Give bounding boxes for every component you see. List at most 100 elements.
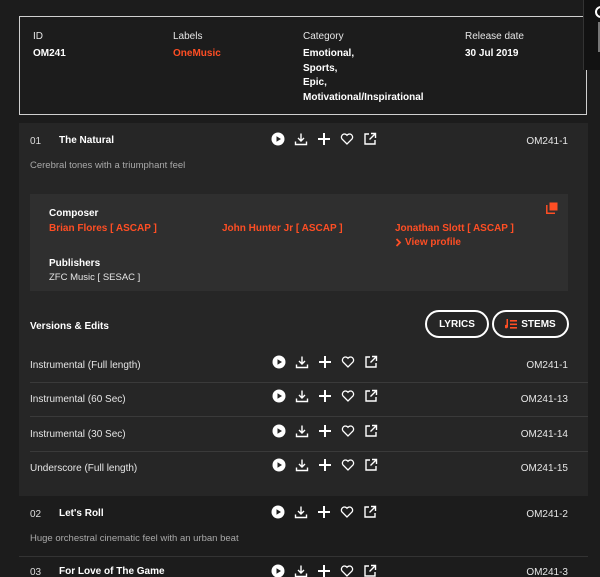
share-icon[interactable] xyxy=(364,458,378,472)
stems-icon xyxy=(505,318,518,329)
stems-button-label: STEMS xyxy=(521,318,556,330)
play-icon[interactable] xyxy=(272,355,286,369)
track-divider xyxy=(19,556,588,557)
plus-icon[interactable] xyxy=(317,505,331,519)
download-icon[interactable] xyxy=(294,505,308,519)
download-icon[interactable] xyxy=(294,132,308,146)
versions-heading: Versions & Edits xyxy=(30,321,109,332)
play-icon[interactable] xyxy=(272,458,286,472)
release-label: Release date xyxy=(465,31,524,42)
track-row[interactable]: 03 For Love of The Game OM241-3 xyxy=(19,562,588,577)
composer-link-2[interactable]: John Hunter Jr [ ASCAP ] xyxy=(222,223,343,234)
heart-icon[interactable] xyxy=(341,458,355,472)
share-icon[interactable] xyxy=(364,355,378,369)
album-info-box: ID OM241 Labels OneMusic Category Emotio… xyxy=(19,16,587,115)
heart-icon[interactable] xyxy=(341,389,355,403)
plus-icon[interactable] xyxy=(317,564,331,577)
version-row[interactable]: Underscore (Full length) OM241-15 xyxy=(30,451,588,485)
category-value-3: Epic, xyxy=(303,77,327,88)
version-code: OM241-15 xyxy=(520,463,568,474)
track-code: OM241-3 xyxy=(526,567,568,577)
view-profile-link[interactable]: View profile xyxy=(395,237,461,248)
version-code: OM241-14 xyxy=(520,429,568,440)
track-actions xyxy=(271,132,377,146)
play-icon[interactable] xyxy=(272,389,286,403)
plus-icon[interactable] xyxy=(318,458,332,472)
play-icon[interactable] xyxy=(271,564,285,577)
download-icon[interactable] xyxy=(295,389,309,403)
version-name: Underscore (Full length) xyxy=(30,463,138,474)
share-icon[interactable] xyxy=(364,424,378,438)
id-label: ID xyxy=(33,31,43,42)
labels-label: Labels xyxy=(173,31,203,42)
version-row[interactable]: Instrumental (60 Sec) OM241-13 xyxy=(30,382,588,417)
stems-button[interactable]: STEMS xyxy=(492,310,569,338)
track-row[interactable]: 01 The Natural OM241-1 xyxy=(19,123,588,157)
version-row[interactable]: Instrumental (30 Sec) OM241-14 xyxy=(30,417,588,452)
track-actions xyxy=(271,505,377,519)
track-actions xyxy=(271,564,377,577)
publishers-heading: Publishers xyxy=(49,258,101,269)
version-actions xyxy=(272,458,378,472)
version-actions xyxy=(272,424,378,438)
composer-heading: Composer xyxy=(49,208,99,219)
download-icon[interactable] xyxy=(295,355,309,369)
track-code: OM241-2 xyxy=(526,509,568,520)
track-number: 03 xyxy=(30,567,42,577)
share-icon[interactable] xyxy=(364,389,378,403)
composer-link-3[interactable]: Jonathan Slott [ ASCAP ] xyxy=(395,223,514,234)
version-name: Instrumental (Full length) xyxy=(30,360,141,371)
track-row[interactable]: 02 Let's Roll OM241-2 Huge orchestral ci… xyxy=(19,503,588,553)
track-code: OM241-1 xyxy=(526,136,568,147)
heart-icon[interactable] xyxy=(340,564,354,577)
version-name: Instrumental (30 Sec) xyxy=(30,429,126,440)
plus-icon[interactable] xyxy=(317,132,331,146)
heart-icon[interactable] xyxy=(341,424,355,438)
copy-icon[interactable] xyxy=(546,202,558,214)
track-number: 01 xyxy=(30,136,42,147)
category-label: Category xyxy=(303,31,344,42)
version-row[interactable]: Instrumental (Full length) OM241-1 xyxy=(30,348,588,383)
plus-icon[interactable] xyxy=(318,389,332,403)
share-icon[interactable] xyxy=(363,132,377,146)
version-code: OM241-13 xyxy=(520,394,568,405)
download-icon[interactable] xyxy=(294,564,308,577)
labels-value-link[interactable]: OneMusic xyxy=(173,47,221,62)
publisher-name: ZFC Music [ SESAC ] xyxy=(49,272,141,283)
side-tab-ring-icon xyxy=(595,6,600,18)
track-number: 02 xyxy=(30,509,42,520)
lyrics-button-label: LYRICS xyxy=(439,318,475,330)
play-icon[interactable] xyxy=(271,132,285,146)
category-value-2: Sports, xyxy=(303,62,338,74)
composer-link-1[interactable]: Brian Flores [ ASCAP ] xyxy=(49,223,157,234)
lyrics-button[interactable]: LYRICS xyxy=(425,310,489,338)
release-value: 30 Jul 2019 xyxy=(465,48,519,59)
info-category: Category Emotional, Sports, Epic, Motiva… xyxy=(303,31,424,105)
side-panel-tab[interactable] xyxy=(583,0,600,70)
heart-icon[interactable] xyxy=(341,355,355,369)
play-icon[interactable] xyxy=(271,505,285,519)
share-icon[interactable] xyxy=(363,505,377,519)
heart-icon[interactable] xyxy=(340,505,354,519)
info-id: ID OM241 xyxy=(33,31,66,62)
plus-icon[interactable] xyxy=(318,355,332,369)
track-title[interactable]: For Love of The Game xyxy=(59,566,165,577)
heart-icon[interactable] xyxy=(340,132,354,146)
view-profile-label: View profile xyxy=(405,237,461,248)
chevron-right-icon xyxy=(395,238,402,247)
version-actions xyxy=(272,355,378,369)
id-value: OM241 xyxy=(33,48,66,59)
play-icon[interactable] xyxy=(272,424,286,438)
credits-panel: Composer Brian Flores [ ASCAP ] John Hun… xyxy=(30,194,568,291)
download-icon[interactable] xyxy=(295,458,309,472)
download-icon[interactable] xyxy=(295,424,309,438)
plus-icon[interactable] xyxy=(318,424,332,438)
version-code: OM241-1 xyxy=(526,360,568,371)
info-release: Release date 30 Jul 2019 xyxy=(465,31,524,62)
category-value-1: Emotional, xyxy=(303,48,355,59)
track-title[interactable]: Let's Roll xyxy=(59,508,104,519)
share-icon[interactable] xyxy=(363,564,377,577)
track-title[interactable]: The Natural xyxy=(59,135,114,146)
version-actions xyxy=(272,389,378,403)
track-description: Cerebral tones with a triumphant feel xyxy=(30,160,186,171)
